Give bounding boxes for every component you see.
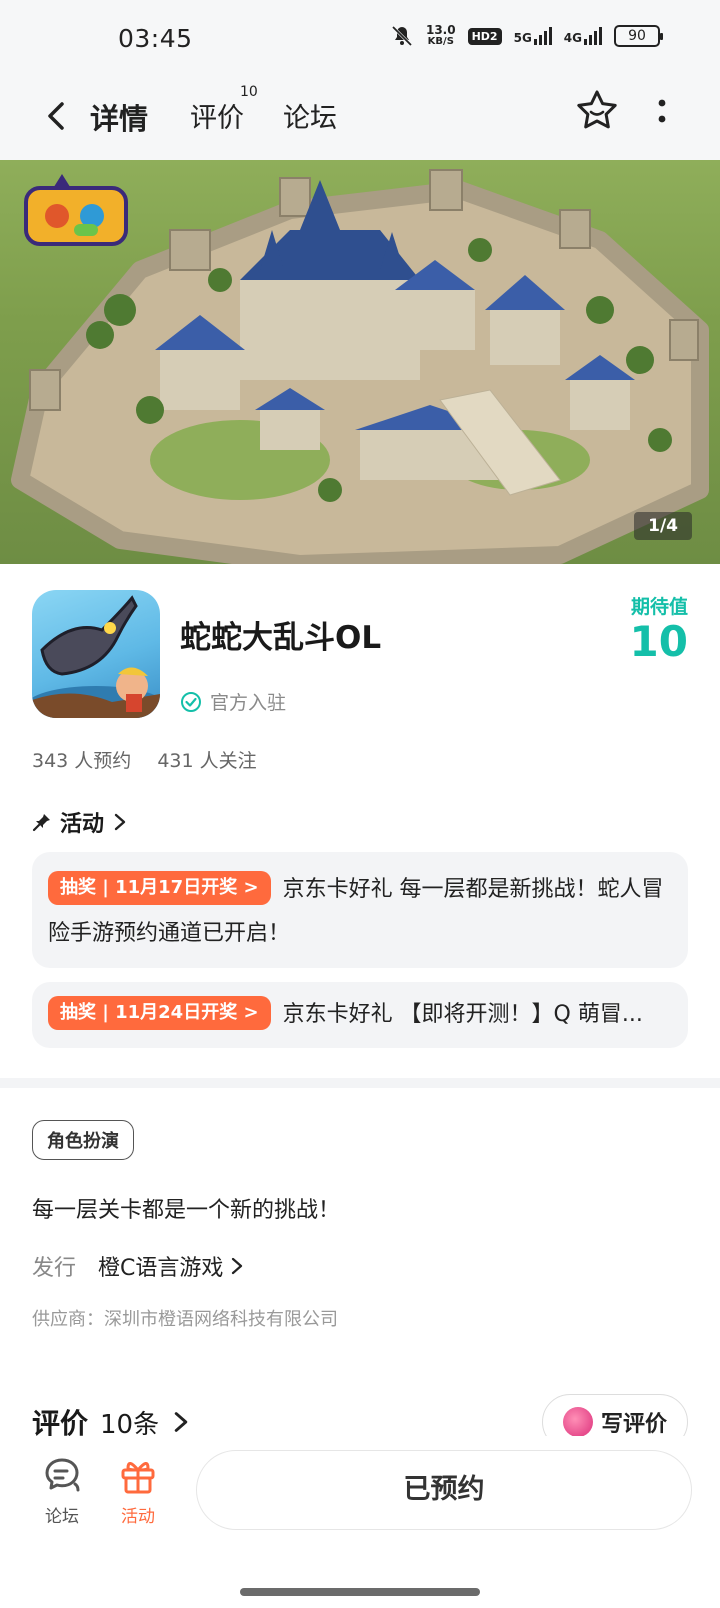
lottery-tag: 抽奖 | 11月17日开奖 >: [48, 871, 271, 905]
signal-bars-icon: [584, 27, 602, 45]
tab-review[interactable]: 评价: [190, 96, 244, 135]
mute-bell-icon: [391, 25, 413, 47]
top-nav: 详情 评价 10 论坛: [0, 82, 720, 160]
publisher-label: 发行: [32, 1256, 77, 1281]
official-badge: 官方入驻: [180, 688, 286, 715]
app-icon: [32, 590, 160, 718]
status-bar: 03:45 13.0 KB/S HD2 5G 4G 90: [0, 0, 720, 82]
back-arrow-icon[interactable]: [38, 96, 78, 136]
reserved-button[interactable]: 已预约: [196, 1450, 692, 1530]
lottery-tag: 抽奖 | 11月24日开奖 >: [48, 996, 271, 1030]
activity-text: 京东卡好礼 【即将开测！】Q 萌冒...: [282, 1002, 643, 1027]
hd-badge: HD2: [467, 27, 502, 45]
tab-detail[interactable]: 详情: [87, 96, 152, 144]
supplier-info: 供应商：深圳市橙语网络科技有限公司: [32, 1309, 338, 1330]
app-name: 蛇蛇大乱斗OL: [180, 620, 382, 656]
expectation-value: 10: [629, 617, 688, 666]
user-avatar: [562, 1407, 593, 1437]
follow-count: 431 人关注: [157, 750, 257, 772]
game-description: 每一层关卡都是一个新的挑战！: [32, 1198, 341, 1223]
publisher-row[interactable]: 发行 橙C语言游戏: [32, 1250, 245, 1282]
expectation-score: 期待值 10: [630, 592, 688, 665]
chevron-right-icon: [114, 813, 126, 831]
activity-title: 活动: [60, 812, 105, 837]
pin-icon: [32, 814, 50, 832]
signal-4g: 4G: [564, 27, 602, 45]
reservation-count: 343 人预约: [32, 750, 132, 772]
chat-bubble-icon: [45, 1458, 80, 1492]
app-stats: 343 人预约 431 人关注: [32, 746, 257, 773]
carousel-counter: 1/4: [634, 512, 692, 540]
game-logo-icon: [24, 174, 128, 246]
verified-check-icon: [181, 691, 201, 712]
app-icon-art: [32, 595, 160, 718]
bottom-tab-forum[interactable]: 论坛: [32, 1454, 92, 1527]
activity-card[interactable]: 抽奖 | 11月24日开奖 > 京东卡好礼 【即将开测！】Q 萌冒...: [32, 982, 688, 1048]
status-icons: 13.0 KB/S HD2 5G 4G 90: [390, 23, 663, 48]
signal-bars-icon: [533, 27, 552, 45]
game-screenshot-carousel[interactable]: 1/4: [0, 160, 720, 564]
activity-card[interactable]: 抽奖 | 11月17日开奖 > 京东卡好礼 每一层都是新挑战！蛇人冒险手游预约通道…: [32, 852, 688, 968]
net-speed: 13.0 KB/S: [425, 23, 456, 47]
bottom-action-bar: 论坛 活动 已预约: [0, 1436, 720, 1608]
home-indicator[interactable]: [240, 1588, 480, 1596]
bottom-tab-activity[interactable]: 活动: [108, 1454, 168, 1527]
gift-icon: [121, 1462, 155, 1494]
tab-review-badge: 10: [240, 84, 258, 100]
review-count: 10条: [100, 1409, 160, 1440]
chevron-right-icon: [232, 1257, 243, 1275]
more-options-icon[interactable]: [652, 96, 672, 126]
section-divider: [0, 1078, 720, 1088]
signal-5g: 5G: [514, 27, 552, 45]
chevron-right-icon: [174, 1412, 188, 1432]
status-time: 03:45: [118, 24, 193, 53]
activity-section-header[interactable]: 活动: [32, 806, 128, 838]
favorite-star-icon[interactable]: [574, 88, 620, 134]
tab-forum[interactable]: 论坛: [283, 96, 337, 135]
battery-icon: 90: [614, 25, 663, 47]
publisher-name[interactable]: 橙C语言游戏: [98, 1250, 245, 1282]
expectation-label: 期待值: [630, 596, 688, 618]
genre-tag[interactable]: 角色扮演: [32, 1120, 134, 1160]
